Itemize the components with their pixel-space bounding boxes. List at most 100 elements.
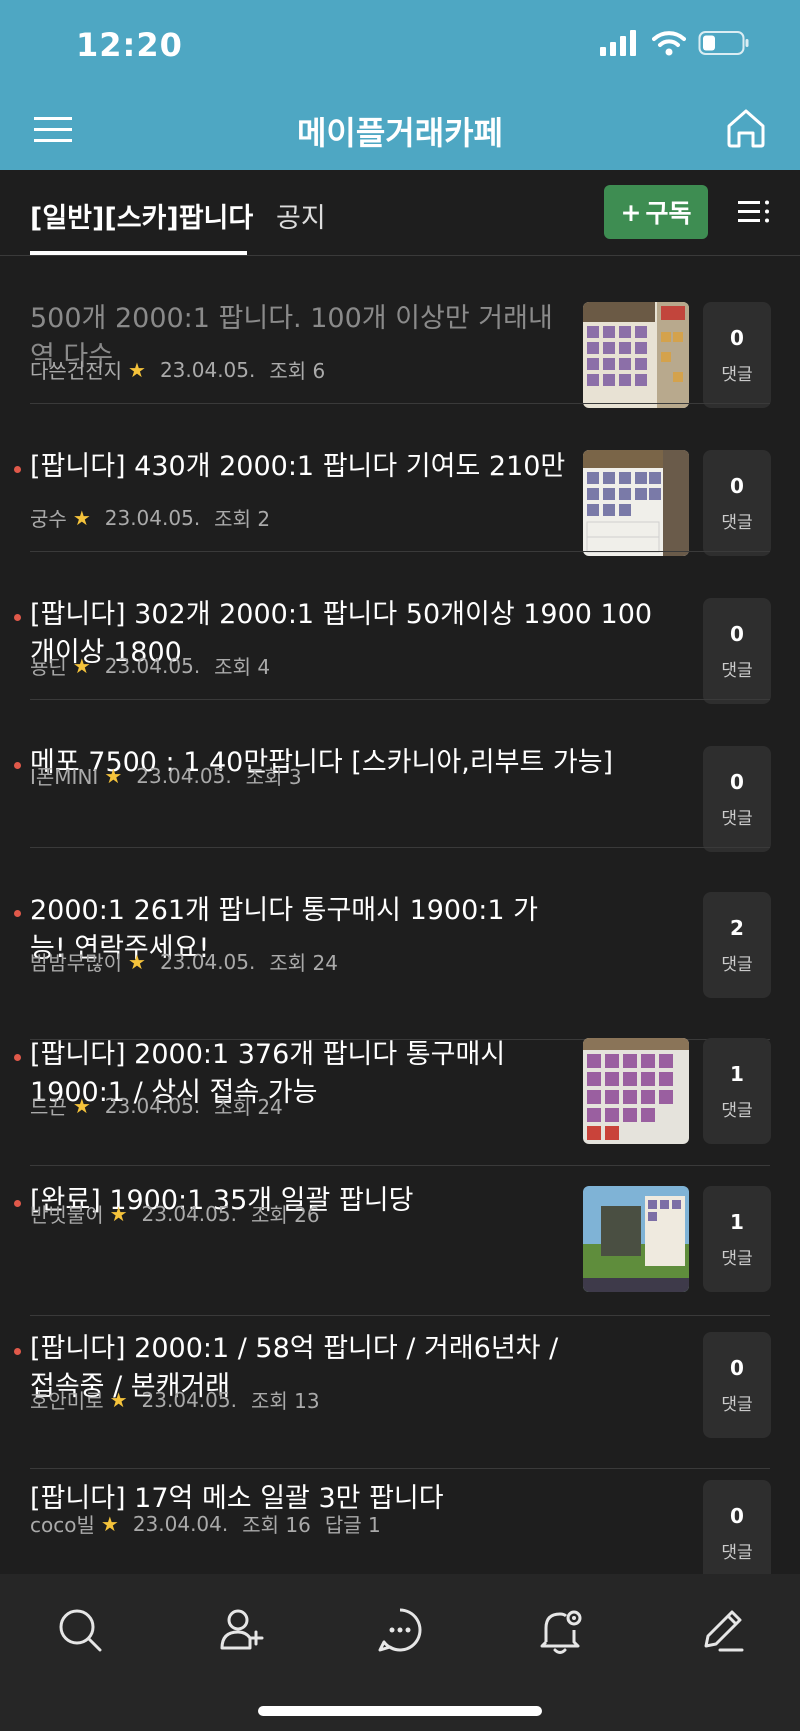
post-views: 조회 6 bbox=[269, 359, 326, 383]
comment-count-button[interactable]: 1 댓글 bbox=[703, 1038, 771, 1144]
post-author: 호안미로 bbox=[30, 1389, 104, 1413]
comment-count-button[interactable]: 2 댓글 bbox=[703, 892, 771, 998]
subscribe-label: 구독 bbox=[645, 199, 692, 228]
comment-count: 2 bbox=[730, 915, 744, 940]
post-views: 조회 2 bbox=[214, 507, 271, 531]
star-icon: ★ bbox=[104, 763, 123, 788]
post-thumbnail[interactable] bbox=[583, 450, 689, 556]
post-item[interactable]: 메포 7500 : 1 40만팝니다 [스카니아,리부트 가능] I폰MINI … bbox=[0, 700, 800, 852]
bottom-navigation bbox=[0, 1574, 800, 1731]
tab-notice[interactable]: 공지 bbox=[276, 196, 326, 235]
write-post-button[interactable] bbox=[694, 1602, 750, 1658]
post-date: 23.04.05. bbox=[141, 1201, 237, 1226]
comment-label: 댓글 bbox=[721, 364, 753, 385]
app-title: 메이플거래카페 bbox=[296, 114, 504, 152]
inventory-screenshot-image bbox=[583, 1038, 689, 1144]
plus-icon: + bbox=[620, 197, 642, 227]
status-time: 12:20 bbox=[76, 26, 183, 64]
add-friend-button[interactable] bbox=[214, 1602, 270, 1658]
post-meta: coco빌 ★ 23.04.04. 조회 16 답글 1 bbox=[30, 1509, 381, 1538]
post-date: 23.04.04. bbox=[132, 1511, 229, 1536]
wifi-icon bbox=[652, 31, 686, 56]
battery-icon bbox=[698, 31, 749, 55]
comment-count-button[interactable]: 0 댓글 bbox=[703, 302, 771, 408]
tab-sell-board[interactable]: [일반][스카]팝니다 bbox=[30, 196, 253, 235]
star-icon: ★ bbox=[100, 1511, 119, 1536]
post-date: 23.04.05. bbox=[104, 1093, 201, 1118]
post-author: 밤밤무많이 bbox=[30, 951, 122, 975]
post-meta: 뇽딘 ★ 23.04.05. 조회 4 bbox=[30, 651, 270, 680]
active-tab-indicator bbox=[30, 251, 247, 255]
status-bar: 12:20 bbox=[0, 0, 800, 90]
comment-count: 1 bbox=[730, 1209, 744, 1234]
comment-label: 댓글 bbox=[721, 1542, 753, 1563]
post-item[interactable]: 500개 2000:1 팝니다. 100개 이상만 거래내역 다수 다쓴건전지 … bbox=[0, 256, 800, 408]
post-item[interactable]: 2000:1 261개 팝니다 통구매시 1900:1 가능! 연락주세요! 밤… bbox=[0, 870, 800, 1040]
comment-count: 1 bbox=[730, 1061, 744, 1086]
post-views: 조회 16 bbox=[242, 1513, 311, 1537]
post-meta: 호안미로 ★ 23.04.05. 조회 13 bbox=[30, 1385, 320, 1414]
list-options-icon bbox=[738, 200, 769, 223]
add-user-icon bbox=[220, 1609, 264, 1650]
post-thumbnail[interactable] bbox=[583, 302, 689, 408]
comment-label: 댓글 bbox=[721, 1100, 753, 1121]
post-meta: I폰MINI ★ 23.04.05. 조회 3 bbox=[30, 761, 302, 790]
post-thumbnail[interactable] bbox=[583, 1186, 689, 1292]
star-icon: ★ bbox=[109, 1387, 128, 1412]
post-views: 조회 4 bbox=[214, 655, 271, 679]
signal-icon bbox=[600, 30, 636, 56]
post-views: 조회 26 bbox=[250, 1203, 320, 1227]
star-icon: ★ bbox=[72, 653, 91, 678]
post-author: 다쓴건전지 bbox=[30, 359, 122, 383]
post-author: 드끈 bbox=[30, 1095, 67, 1119]
post-thumbnail[interactable] bbox=[583, 1038, 689, 1144]
post-author: I폰MINI bbox=[30, 765, 99, 789]
post-author: 궁수 bbox=[30, 507, 67, 531]
comment-count-button[interactable]: 0 댓글 bbox=[703, 1480, 771, 1586]
post-date: 23.04.05. bbox=[159, 949, 256, 974]
post-meta: 반빗불이 ★ 23.04.05. 조회 26 bbox=[30, 1199, 320, 1228]
post-date: 23.04.05. bbox=[104, 505, 201, 530]
post-item[interactable]: [완료] 1900:1 35개 일괄 팝니당 반빗불이 ★ 23.04.05. … bbox=[0, 1166, 800, 1316]
post-meta: 다쓴건전지 ★ 23.04.05. 조회 6 bbox=[30, 355, 325, 384]
comment-count: 0 bbox=[730, 769, 744, 794]
comment-count-button[interactable]: 0 댓글 bbox=[703, 1332, 771, 1438]
status-icons bbox=[600, 30, 750, 56]
comment-count-button[interactable]: 1 댓글 bbox=[703, 1186, 771, 1292]
notification-settings-button[interactable] bbox=[532, 1602, 588, 1658]
post-views: 조회 13 bbox=[250, 1389, 320, 1413]
chat-bubble-icon bbox=[378, 1608, 422, 1652]
chat-button[interactable] bbox=[372, 1602, 428, 1658]
post-date: 23.04.05. bbox=[141, 1387, 237, 1412]
new-post-dot bbox=[14, 1054, 21, 1061]
comment-count-button[interactable]: 0 댓글 bbox=[703, 450, 771, 556]
post-meta: 밤밤무많이 ★ 23.04.05. 조회 24 bbox=[30, 947, 338, 976]
post-meta: 드끈 ★ 23.04.05. 조회 24 bbox=[30, 1091, 283, 1120]
post-views: 조회 24 bbox=[214, 1095, 283, 1119]
post-date: 23.04.05. bbox=[136, 763, 232, 788]
post-author: 뇽딘 bbox=[30, 655, 67, 679]
search-button[interactable] bbox=[52, 1602, 108, 1658]
comment-label: 댓글 bbox=[721, 808, 753, 829]
pencil-icon bbox=[704, 1610, 744, 1652]
new-post-dot bbox=[14, 1348, 21, 1355]
home-button[interactable] bbox=[724, 106, 768, 150]
comment-label: 댓글 bbox=[721, 1394, 753, 1415]
post-item[interactable]: [팝니다] 430개 2000:1 팝니다 기여도 210만 궁수 ★ 23.0… bbox=[0, 404, 800, 556]
divider bbox=[30, 847, 770, 848]
post-author: 반빗불이 bbox=[30, 1203, 104, 1227]
inventory-screenshot-image bbox=[583, 302, 689, 408]
new-post-dot bbox=[14, 1200, 21, 1207]
star-icon: ★ bbox=[109, 1201, 128, 1226]
star-icon: ★ bbox=[72, 505, 91, 530]
list-view-button[interactable] bbox=[734, 194, 774, 230]
post-item[interactable]: [팝니다] 2000:1 / 58억 팝니다 / 거래6년차 / 접속중 / 본… bbox=[0, 1314, 800, 1469]
comment-count-button[interactable]: 0 댓글 bbox=[703, 746, 771, 852]
post-author: coco빌 bbox=[30, 1513, 95, 1537]
subscribe-button[interactable]: + 구독 bbox=[604, 185, 708, 239]
post-meta: 궁수 ★ 23.04.05. 조회 2 bbox=[30, 503, 270, 532]
app-bar: 메이플거래카페 bbox=[0, 90, 800, 170]
post-item[interactable]: [팝니다] 302개 2000:1 팝니다 50개이상 1900 100개이상 … bbox=[0, 552, 800, 704]
star-icon: ★ bbox=[128, 949, 146, 974]
comment-count-button[interactable]: 0 댓글 bbox=[703, 598, 771, 704]
